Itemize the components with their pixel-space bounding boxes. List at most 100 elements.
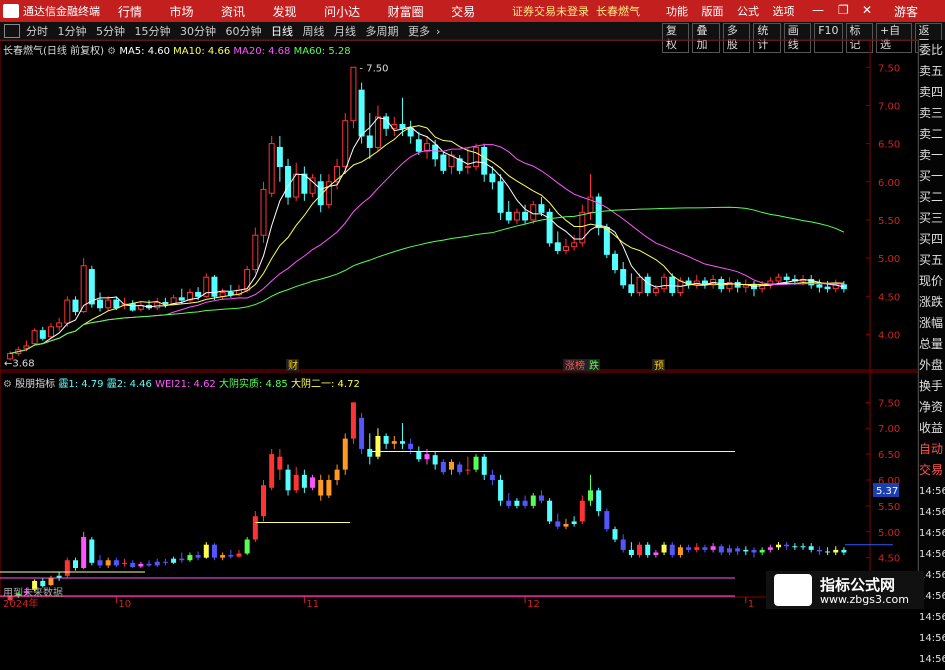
candle-body [644, 276, 651, 293]
sub-candle-body [64, 560, 70, 576]
sidebar-item[interactable]: 14:56 [919, 481, 945, 502]
settings-icon[interactable]: ⚙ [107, 46, 116, 57]
sub-candle-body [555, 521, 561, 527]
legend-line4: 大阴实质: 4.85 [218, 379, 288, 390]
sub-candle-body [800, 546, 806, 548]
sub-candle-body [718, 546, 724, 553]
candle-body [399, 124, 406, 129]
sidebar-item[interactable]: 14:56 [919, 544, 945, 565]
candle-body [195, 291, 202, 297]
sidebar-item[interactable]: 买五 [919, 250, 945, 271]
sidebar-item[interactable]: 收益 [919, 418, 945, 439]
sidebar-item[interactable]: 卖五 [919, 61, 945, 82]
sub-candle-body [628, 549, 634, 556]
candle-body [64, 299, 71, 324]
price-axis-label: 5.50 [878, 216, 900, 227]
candle-body [669, 276, 676, 293]
sidebar-item[interactable]: 14:56 [919, 649, 945, 670]
sidebar-item[interactable]: 买三 [919, 208, 945, 229]
sub-candle-body [301, 474, 307, 488]
sub-candle-body [97, 560, 103, 566]
settings-icon[interactable]: ⚙ [3, 379, 12, 390]
legend-ma20: MA20: 4.68 [233, 46, 291, 57]
sidebar-item[interactable]: 自动 [919, 439, 945, 460]
sidebar-item[interactable]: 现价 [919, 271, 945, 292]
sub-candle-body [612, 529, 618, 540]
sidebar-item[interactable]: 卖三 [919, 103, 945, 124]
sub-candle-body [244, 539, 250, 554]
sub-candle-body [416, 451, 422, 460]
sidebar-item[interactable]: 外盘 [919, 355, 945, 376]
sub-candle-body [89, 539, 95, 563]
candle-body [358, 89, 365, 137]
sub-candle-body [743, 549, 749, 552]
watermark-title: 指标公式网 [820, 576, 896, 594]
sidebar-item[interactable]: 买一 [919, 166, 945, 187]
sub-candle-body [776, 544, 782, 548]
price-axis-label: 7.50 [878, 63, 900, 74]
candle-body [88, 269, 95, 305]
sidebar-item[interactable]: 卖四 [919, 82, 945, 103]
sub-candle-body [154, 561, 160, 566]
sub-candle-body [130, 562, 136, 567]
sub-candle-body [571, 521, 577, 524]
sub-candle-body [252, 516, 258, 540]
sub-axis-label: 4.50 [878, 554, 900, 565]
ma20-line [9, 144, 844, 355]
sub-axis-label: 7.00 [878, 424, 900, 435]
sub-candle-body [187, 555, 193, 561]
sub-candle-body [399, 441, 405, 444]
sub-candle-body [457, 464, 463, 473]
sub-candle-body [350, 402, 356, 439]
candle-body [162, 301, 169, 305]
sub-candle-body [162, 561, 168, 563]
sidebar-item[interactable]: 14:56 [919, 607, 945, 628]
sub-candle-body [236, 553, 242, 557]
sub-candle-body [138, 563, 144, 567]
sidebar-item[interactable]: 委比 [919, 40, 945, 61]
sidebar-item[interactable]: 卖一 [919, 145, 945, 166]
candle-body [97, 299, 104, 309]
sub-candle-body [637, 544, 643, 556]
candle-body [113, 299, 120, 309]
sub-candle-body [596, 490, 602, 512]
sub-axis-label: 6.50 [878, 450, 900, 461]
sub-candle-body [677, 547, 683, 556]
sidebar-item[interactable]: 卖二 [919, 124, 945, 145]
sub-candle-body [220, 555, 226, 558]
sub-candle-body [81, 536, 87, 568]
sub-candle-body [694, 547, 700, 550]
candle-body [464, 166, 471, 169]
sidebar-item[interactable]: 14:56 [919, 502, 945, 523]
candle-body [211, 276, 218, 297]
candle-body [816, 284, 823, 288]
sidebar-item[interactable]: 买四 [919, 229, 945, 250]
watermark-url: www.zbgs3.com [820, 593, 909, 606]
sidebar-item[interactable]: 涨幅 [919, 313, 945, 334]
event-marker: 跌 [589, 359, 599, 372]
price-axis-label: 4.50 [878, 292, 900, 303]
candle-body [497, 181, 504, 213]
chart-canvas[interactable]: 7.50 7.00 6.50 6.00 5.50 5.00 4.50 4.00 7.50 7.00… [0, 0, 945, 609]
sidebar-item[interactable]: 换手 [919, 376, 945, 397]
sidebar-item[interactable]: 总量 [919, 334, 945, 355]
low-price-label: ←3.68 [4, 358, 35, 369]
sidebar-item[interactable]: 涨跌 [919, 292, 945, 313]
candle-body [227, 291, 234, 296]
candle-body [603, 227, 610, 255]
chart-title: 长春燃气(日线 前复权) [3, 46, 104, 57]
sidebar-item[interactable]: 交易 [919, 460, 945, 481]
candle-body [129, 303, 136, 311]
sub-candle-body [833, 549, 839, 553]
sub-candle-body [702, 547, 708, 550]
candle-body [579, 211, 586, 244]
candle-body [562, 246, 569, 251]
candle-body [56, 322, 63, 328]
sidebar-item[interactable]: 买二 [919, 187, 945, 208]
sub-candle-body [530, 495, 536, 506]
sidebar-item[interactable]: 14:56 [919, 523, 945, 544]
candle-body [538, 204, 545, 213]
sidebar-item[interactable]: 14:56 [919, 628, 945, 649]
candle-body [252, 234, 259, 271]
sidebar-item[interactable]: 净资 [919, 397, 945, 418]
